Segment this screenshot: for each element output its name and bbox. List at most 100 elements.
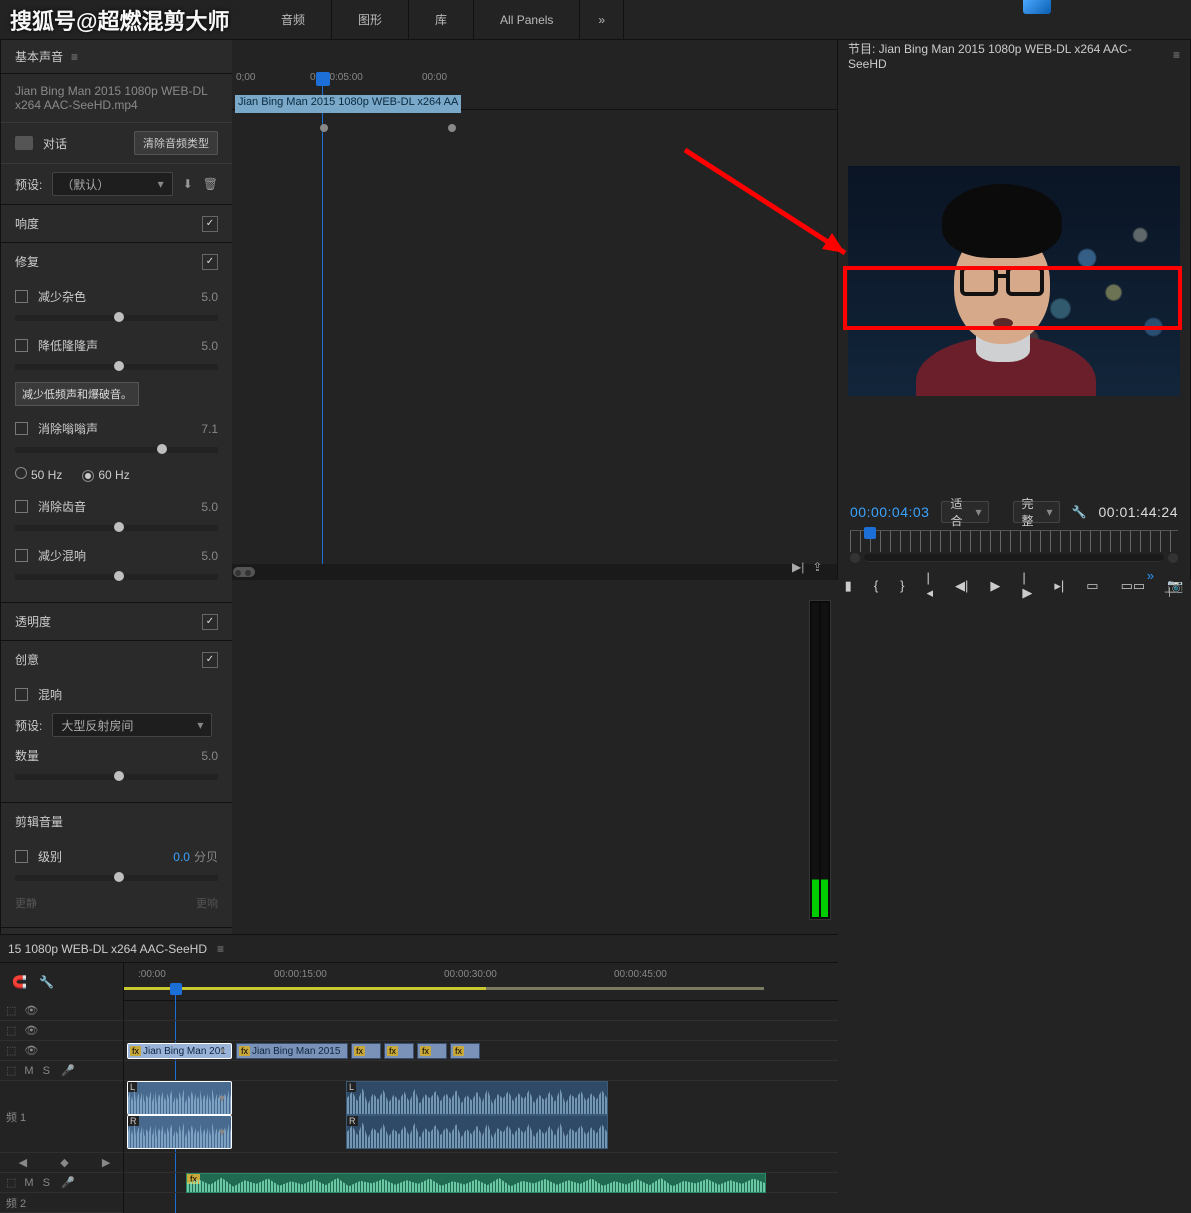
video-preview[interactable]: [848, 166, 1180, 396]
lock-icon[interactable]: ⬚: [6, 1176, 16, 1189]
section-loudness[interactable]: 响度: [15, 215, 39, 232]
repair-toggle[interactable]: ✓: [202, 254, 218, 270]
timeline-area[interactable]: :00:00 00:00:15:00 00:00:30:00 00:00:45:…: [124, 963, 838, 1213]
lift-icon[interactable]: ▭: [1086, 578, 1098, 594]
lock-icon[interactable]: ⬚: [6, 1044, 16, 1057]
mark-out-icon[interactable]: }: [900, 578, 904, 593]
audio-clip[interactable]: L R: [127, 1081, 232, 1152]
reduce-noise-checkbox[interactable]: [15, 290, 28, 303]
dereverb-value[interactable]: 5.0: [201, 549, 218, 563]
source-ruler[interactable]: 0;00 00;00:05:00 00:00 Jian Bing Man 201…: [232, 40, 837, 110]
video-clip[interactable]: fx: [450, 1043, 480, 1059]
go-to-out-icon[interactable]: ▸|: [1054, 578, 1064, 594]
panel-menu-icon[interactable]: ≡: [71, 50, 78, 64]
mute-solo[interactable]: M S: [24, 1177, 53, 1189]
dehum-value[interactable]: 7.1: [201, 422, 218, 436]
reverb-checkbox[interactable]: [15, 688, 28, 701]
level-slider[interactable]: [15, 875, 218, 881]
level-value[interactable]: 0.0: [173, 850, 190, 864]
hz50-radio[interactable]: 50 Hz: [15, 467, 62, 482]
marker-dot-icon[interactable]: [320, 124, 328, 132]
quality-select[interactable]: 完整: [1013, 501, 1060, 523]
audio-track-label[interactable]: 频 2: [6, 1195, 26, 1211]
reduce-noise-value[interactable]: 5.0: [201, 290, 218, 304]
deess-checkbox[interactable]: [15, 500, 28, 513]
panel-menu-icon[interactable]: ≡: [217, 942, 224, 956]
source-scrollbar[interactable]: [232, 564, 837, 580]
mic-icon[interactable]: 🎤: [61, 1176, 75, 1189]
program-scrollbar[interactable]: [864, 554, 1164, 562]
transport-overflow-icon[interactable]: [1147, 568, 1154, 583]
audio-clip[interactable]: L R: [346, 1081, 608, 1152]
section-creative[interactable]: 创意: [15, 651, 39, 668]
timeline-playhead-icon[interactable]: [170, 983, 182, 995]
tab-all-panels[interactable]: All Panels: [474, 0, 580, 39]
program-playhead-icon[interactable]: [864, 527, 876, 539]
button-editor-icon[interactable]: ＋: [1163, 582, 1176, 601]
go-to-in-icon[interactable]: |◂: [927, 570, 934, 601]
mute-solo[interactable]: M S: [24, 1065, 53, 1077]
lock-icon[interactable]: ⬚: [6, 1004, 16, 1017]
clarity-toggle[interactable]: ✓: [202, 614, 218, 630]
dereverb-checkbox[interactable]: [15, 549, 28, 562]
add-key-icon[interactable]: ◆: [60, 1156, 68, 1169]
eye-icon[interactable]: 👁: [24, 1024, 38, 1037]
video-clip[interactable]: fxJian Bing Man 2015: [236, 1043, 348, 1059]
loop-icon[interactable]: ▶|: [792, 560, 804, 574]
mic-icon[interactable]: 🎤: [61, 1064, 75, 1077]
tab-library[interactable]: 库: [409, 0, 474, 39]
lock-icon[interactable]: ⬚: [6, 1064, 16, 1077]
export-icon[interactable]: ⇪: [812, 560, 822, 574]
reduce-rumble-checkbox[interactable]: [15, 339, 28, 352]
reduce-noise-slider[interactable]: [15, 315, 218, 321]
dereverb-slider[interactable]: [15, 574, 218, 580]
section-repair[interactable]: 修复: [15, 253, 39, 270]
hz60-radio[interactable]: 60 Hz: [82, 468, 129, 482]
video-clip[interactable]: fx: [384, 1043, 414, 1059]
clear-audio-type-button[interactable]: 清除音频类型: [134, 131, 218, 155]
creative-toggle[interactable]: ✓: [202, 652, 218, 668]
video-clip[interactable]: fxJian Bing Man 201: [127, 1043, 232, 1059]
section-clip-volume[interactable]: 剪辑音量: [15, 813, 63, 830]
marker-dot-icon[interactable]: [448, 124, 456, 132]
deess-slider[interactable]: [15, 525, 218, 531]
settings-icon[interactable]: 🔧: [1072, 505, 1087, 519]
panel-menu-icon[interactable]: ≡: [1173, 48, 1180, 62]
eye-icon[interactable]: 👁: [24, 1044, 38, 1057]
dehum-slider[interactable]: [15, 447, 218, 453]
zoom-select[interactable]: 适合: [941, 501, 988, 523]
program-ruler[interactable]: [850, 530, 1178, 552]
level-checkbox[interactable]: [15, 850, 28, 863]
snap-icon[interactable]: 🧲: [12, 975, 27, 989]
amount-value[interactable]: 5.0: [201, 749, 218, 763]
step-back-icon[interactable]: ◀|: [955, 578, 968, 594]
eye-icon[interactable]: 👁: [24, 1004, 38, 1017]
source-clip-bar[interactable]: Jian Bing Man 2015 1080p WEB-DL x264 AA: [235, 95, 461, 113]
loudness-toggle[interactable]: ✓: [202, 216, 218, 232]
tab-audio[interactable]: 音频: [255, 0, 332, 39]
amount-slider[interactable]: [15, 774, 218, 780]
reverb-preset-select[interactable]: 大型反射房间: [52, 713, 212, 737]
step-fwd-icon[interactable]: |▶: [1022, 570, 1032, 601]
preset-select[interactable]: （默认）: [52, 172, 172, 196]
mark-in-icon[interactable]: {: [874, 578, 878, 593]
reduce-rumble-value[interactable]: 5.0: [201, 339, 218, 353]
preset-trash-icon[interactable]: 🗑: [203, 177, 218, 191]
preset-download-icon[interactable]: ⬇: [183, 177, 193, 191]
tab-graphics[interactable]: 图形: [332, 0, 409, 39]
extract-icon[interactable]: ▭▭: [1121, 578, 1146, 594]
video-clip[interactable]: fx: [351, 1043, 381, 1059]
next-key-icon[interactable]: ▶: [102, 1156, 110, 1169]
add-marker-icon[interactable]: ▮: [845, 578, 852, 594]
timeline-sequence-tab[interactable]: 15 1080p WEB-DL x264 AAC-SeeHD: [8, 942, 207, 956]
audio-clip[interactable]: fx: [186, 1173, 766, 1193]
source-playhead-icon[interactable]: [316, 72, 330, 86]
section-clarity[interactable]: 透明度: [15, 613, 51, 630]
video-clip[interactable]: fx: [417, 1043, 447, 1059]
audio-track-label[interactable]: 频 1: [6, 1109, 26, 1125]
lock-icon[interactable]: ⬚: [6, 1024, 16, 1037]
settings-icon[interactable]: 🔧: [39, 975, 54, 989]
reduce-rumble-slider[interactable]: [15, 364, 218, 370]
dehum-checkbox[interactable]: [15, 422, 28, 435]
prev-key-icon[interactable]: ◀: [19, 1156, 27, 1169]
